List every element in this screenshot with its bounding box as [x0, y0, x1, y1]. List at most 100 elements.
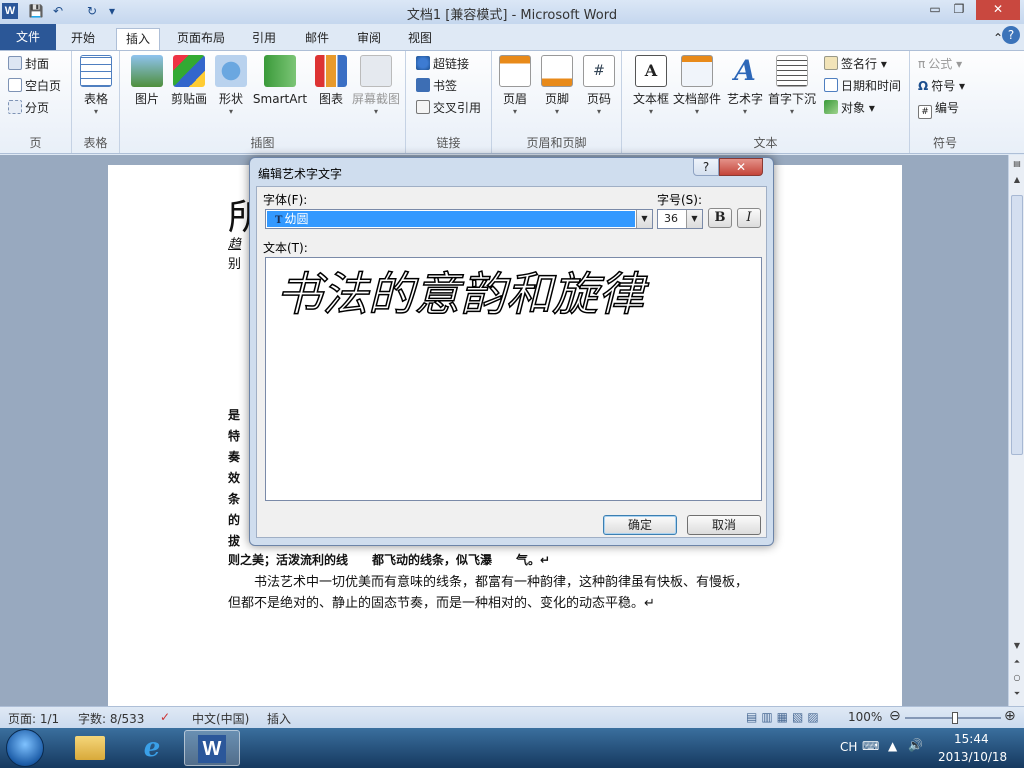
start-button[interactable]	[6, 729, 44, 767]
tab-file[interactable]: 文件	[0, 24, 56, 50]
help-icon[interactable]: ?	[1002, 26, 1020, 44]
hyperlink-button[interactable]: 超链接	[416, 54, 469, 74]
hyperlink-icon	[416, 56, 430, 70]
ok-button[interactable]: 确定	[603, 515, 677, 535]
tab-home[interactable]: 开始	[62, 28, 104, 50]
signature-line-button[interactable]: 签名行 ▾	[824, 54, 887, 74]
previous-page-icon[interactable]: ⏶	[1009, 655, 1024, 669]
doc-fragment-2: 趋	[228, 237, 242, 252]
font-select[interactable]: T 幼圆 ▼	[265, 209, 653, 229]
wordart-button[interactable]: A 艺术字 ▾	[722, 55, 768, 117]
wordart-icon: A	[734, 54, 756, 87]
zoom-out-icon[interactable]: ⊖	[889, 708, 901, 724]
blank-page-icon	[8, 78, 22, 92]
textbox-button[interactable]: A 文本框 ▾	[628, 55, 674, 117]
explorer-taskbar-icon[interactable]	[62, 730, 118, 766]
zoom-level[interactable]: 100%	[848, 710, 882, 724]
chart-button[interactable]: 图表	[308, 55, 354, 107]
group-header-footer: 页眉 ▾ 页脚 ▾ # 页码 ▾ 页眉和页脚	[492, 51, 622, 153]
tab-mailings[interactable]: 邮件	[296, 28, 338, 50]
number-button[interactable]: # 编号	[918, 98, 959, 119]
drop-cap-icon	[776, 55, 808, 87]
zoom-thumb[interactable]	[952, 712, 958, 724]
equation-button[interactable]: π 公式 ▾	[918, 54, 962, 74]
table-button[interactable]: 表格 ▾	[73, 55, 119, 117]
next-page-icon[interactable]: ⏷	[1009, 687, 1024, 701]
cross-reference-button[interactable]: 交叉引用	[416, 98, 481, 118]
smartart-button[interactable]: SmartArt	[252, 55, 308, 107]
chevron-down-icon[interactable]: ▼	[686, 210, 702, 228]
show-hidden-icons[interactable]: ▲	[888, 739, 897, 753]
page-break-button[interactable]: 分页	[8, 98, 49, 118]
smartart-icon	[264, 55, 296, 87]
keyboard-icon[interactable]: ⌨	[862, 739, 879, 753]
page-number-button[interactable]: # 页码 ▾	[576, 55, 622, 117]
tab-review[interactable]: 审阅	[348, 28, 390, 50]
picture-icon	[131, 55, 163, 87]
browse-object-icon[interactable]: ○	[1009, 671, 1024, 685]
word-count[interactable]: 字数: 8/533	[78, 710, 144, 727]
close-window-button[interactable]: ✕	[976, 0, 1020, 20]
doc-left-char: 的	[228, 513, 241, 527]
group-label-symbols: 符号	[932, 136, 957, 150]
group-pages: 封面 空白页 分页 页	[0, 51, 72, 153]
clock-time[interactable]: 15:44	[954, 732, 989, 746]
screenshot-button[interactable]: 屏幕截图 ▾	[350, 55, 402, 117]
scroll-thumb[interactable]	[1011, 195, 1023, 455]
tab-page-layout[interactable]: 页面布局	[168, 28, 234, 50]
ie-taskbar-icon[interactable]: e	[124, 730, 180, 766]
tab-view[interactable]: 视图	[399, 28, 441, 50]
shapes-button[interactable]: 形状 ▾	[208, 55, 254, 117]
wordart-text-area[interactable]: 书法的意韵和旋律	[265, 257, 762, 501]
tab-insert[interactable]: 插入	[116, 28, 161, 50]
object-button[interactable]: 对象 ▾	[824, 98, 875, 118]
cover-page-icon	[8, 56, 22, 70]
ruler-toggle-icon[interactable]: ▤	[1009, 157, 1024, 171]
ime-indicator[interactable]: CH	[840, 740, 857, 754]
insert-mode[interactable]: 插入	[267, 710, 291, 727]
maximize-button[interactable]: ❐	[946, 0, 972, 20]
italic-button[interactable]: I	[737, 208, 761, 228]
dialog-close-button[interactable]: ✕	[719, 158, 763, 176]
chevron-down-icon[interactable]: ▼	[636, 210, 652, 228]
textbox-icon: A	[635, 55, 667, 87]
scroll-up-icon[interactable]: ▲	[1009, 173, 1024, 187]
volume-icon[interactable]: 🔊	[908, 738, 923, 752]
clock-date[interactable]: 2013/10/18	[938, 750, 1007, 764]
view-buttons-icon[interactable]: ▤▥▦▧▨	[746, 710, 823, 724]
blank-page-button[interactable]: 空白页	[8, 76, 61, 96]
cancel-button[interactable]: 取消	[687, 515, 761, 535]
bookmark-button[interactable]: 书签	[416, 76, 457, 96]
scroll-down-icon[interactable]: ▼	[1009, 639, 1024, 653]
picture-button[interactable]: 图片	[124, 55, 170, 107]
group-label-links: 链接	[436, 136, 461, 150]
window-title: 文档1 [兼容模式] - Microsoft Word	[406, 8, 618, 23]
date-time-button[interactable]: 日期和时间	[824, 76, 901, 96]
cover-page-button[interactable]: 封面	[8, 54, 49, 74]
minimize-button[interactable]: ▭	[922, 0, 948, 20]
taskbar: e W CH ⌨ ▲ 🔊 15:44 2013/10/18	[0, 728, 1024, 768]
bold-button[interactable]: B	[708, 208, 732, 228]
header-button[interactable]: 页眉 ▾	[492, 55, 538, 117]
clipart-button[interactable]: 剪贴画	[166, 55, 212, 107]
language-indicator[interactable]: 中文(中国)	[192, 710, 249, 727]
bookmark-icon	[416, 78, 430, 92]
group-illustrations: 图片 剪贴画 形状 ▾ SmartArt 图表 屏幕截图 ▾ 插图	[120, 51, 406, 153]
footer-button[interactable]: 页脚 ▾	[534, 55, 580, 117]
zoom-in-icon[interactable]: ⊕	[1004, 708, 1016, 724]
doc-left-char: 拔	[228, 534, 241, 548]
page-indicator[interactable]: 页面: 1/1	[8, 710, 59, 727]
vertical-scrollbar[interactable]: ▤ ▲ ▼ ⏶ ○ ⏷	[1008, 155, 1024, 706]
size-select[interactable]: 36 ▼	[657, 209, 703, 229]
zoom-slider[interactable]	[905, 712, 1001, 724]
symbol-button[interactable]: Ω 符号 ▾	[918, 76, 965, 96]
tab-references[interactable]: 引用	[243, 28, 285, 50]
proofing-icon[interactable]: ✓	[160, 710, 170, 724]
font-value: T 幼圆	[267, 211, 635, 227]
dialog-help-button[interactable]: ?	[693, 158, 719, 176]
doc-left-char: 是	[228, 408, 241, 422]
drop-cap-button[interactable]: 首字下沉 ▾	[766, 55, 818, 117]
word-taskbar-icon[interactable]: W	[184, 730, 240, 766]
quick-parts-button[interactable]: 文档部件 ▾	[672, 55, 722, 117]
group-tables: 表格 ▾ 表格	[72, 51, 120, 153]
